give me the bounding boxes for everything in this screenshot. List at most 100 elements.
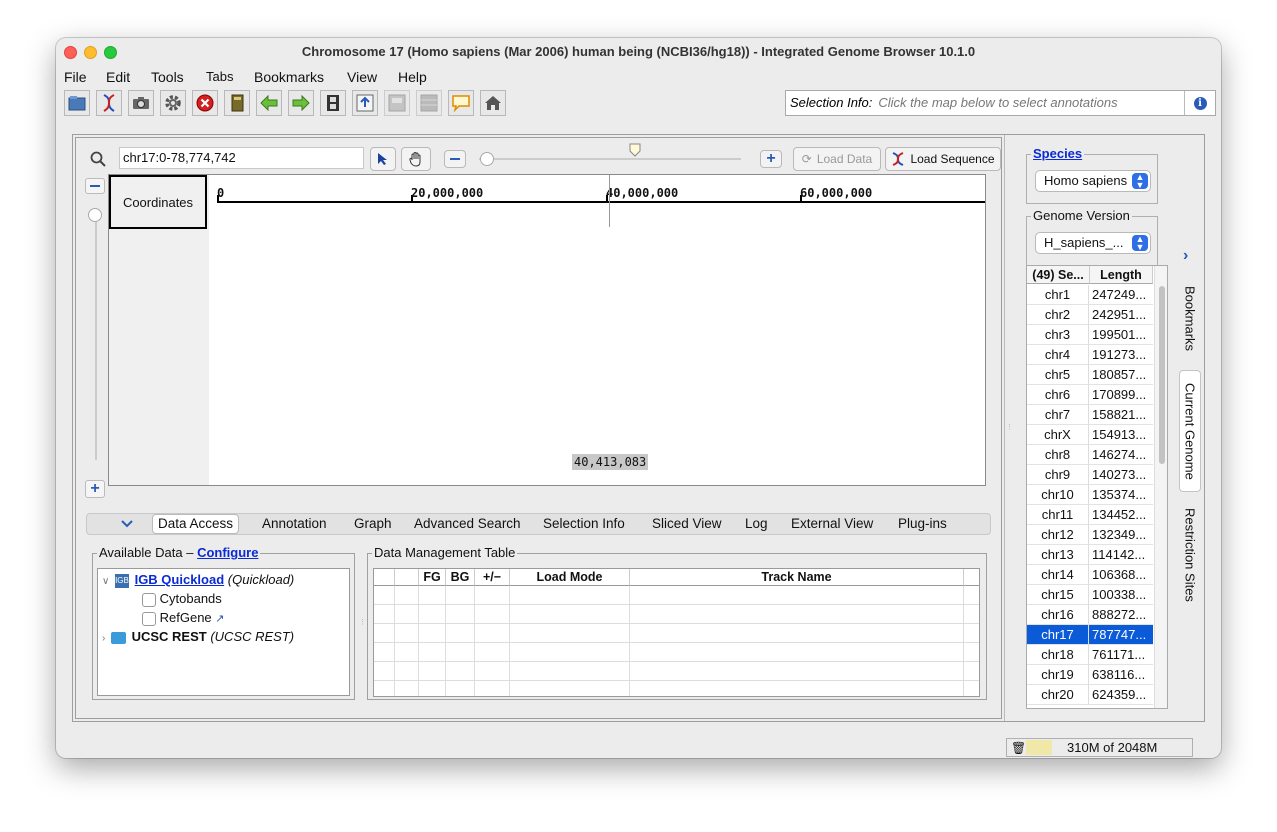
grid-icon[interactable]	[416, 90, 442, 116]
chromosome-row[interactable]: chr17 787747...	[1027, 625, 1153, 645]
table-row[interactable]	[374, 643, 979, 662]
vertical-zoom-out-button[interactable]	[85, 178, 105, 194]
open-folder-icon[interactable]	[64, 90, 90, 116]
menu-file[interactable]: File	[64, 67, 87, 87]
table-row[interactable]	[374, 681, 979, 696]
menu-view[interactable]: View	[347, 67, 377, 87]
chr-col-length[interactable]: Length	[1090, 266, 1153, 284]
book-icon[interactable]	[224, 90, 250, 116]
table-row[interactable]	[374, 586, 979, 605]
chromosome-row[interactable]: chr8 146274...	[1027, 445, 1153, 465]
table-row[interactable]	[374, 605, 979, 624]
scrollbar-thumb[interactable]	[1159, 286, 1165, 464]
tab-bookmarks[interactable]: Bookmarks	[1179, 275, 1201, 363]
chromosome-row[interactable]: chr4 191273...	[1027, 345, 1153, 365]
chromosome-row[interactable]: chr19 638116...	[1027, 665, 1153, 685]
genome-view[interactable]: Coordinates 0 20,000,000 40,000,000 60,0…	[108, 174, 986, 486]
tab-sliced-view[interactable]: Sliced View	[647, 515, 727, 533]
tab-restriction-sites[interactable]: Restriction Sites	[1179, 497, 1201, 613]
pan-tool-button[interactable]	[401, 147, 431, 171]
tab-external-view[interactable]: External View	[786, 515, 878, 533]
table-row[interactable]	[374, 662, 979, 681]
dm-col-load-mode[interactable]: Load Mode	[510, 569, 630, 586]
tab-data-access[interactable]: Data Access	[152, 514, 240, 534]
chevron-right-icon[interactable]: ›	[1183, 247, 1188, 265]
load-sequence-button[interactable]: Load Sequence	[885, 147, 1001, 171]
table-row[interactable]	[374, 624, 979, 643]
tab-advanced-search[interactable]: Advanced Search	[409, 515, 526, 533]
species-select[interactable]: Homo sapiens ▲ ▼	[1035, 170, 1151, 192]
film-icon[interactable]	[320, 90, 346, 116]
search-icon[interactable]	[86, 149, 110, 169]
external-link-icon[interactable]: ↗	[215, 613, 224, 625]
tab-log[interactable]: Log	[740, 515, 773, 533]
chromosome-row[interactable]: chr3 199501...	[1027, 325, 1153, 345]
table-scrollbar[interactable]	[1154, 266, 1167, 708]
tree-item-refgene[interactable]: RefGene ↗	[142, 610, 225, 626]
trash-icon[interactable]: 🗑	[1011, 740, 1026, 757]
chromosome-row[interactable]: chr20 624359...	[1027, 685, 1153, 705]
menu-tabs[interactable]: Tabs	[206, 67, 233, 87]
chromosome-row[interactable]: chr10 135374...	[1027, 485, 1153, 505]
chromosome-row[interactable]: chr15 100338...	[1027, 585, 1153, 605]
vertical-zoom-slider[interactable]: +	[85, 178, 107, 498]
chr-col-sequence[interactable]: (49) Se...	[1027, 266, 1090, 284]
info-button[interactable]: i	[1184, 91, 1215, 115]
forward-arrow-icon[interactable]	[288, 90, 314, 116]
chromosome-row[interactable]: chr14 106368...	[1027, 565, 1153, 585]
chromosome-row[interactable]: chr12 132349...	[1027, 525, 1153, 545]
selection-info-field[interactable]: Selection Info: Click the map below to se…	[785, 90, 1216, 116]
dm-col-track-name[interactable]: Track Name	[630, 569, 964, 586]
zoom-out-button[interactable]	[444, 150, 466, 168]
panel-icon[interactable]	[384, 90, 410, 116]
tab-annotation[interactable]: Annotation	[257, 515, 332, 533]
tree-node-igb-quickload[interactable]: ∨ IGB IGB Quickload (Quickload)	[102, 572, 294, 588]
zoom-marker-icon[interactable]	[629, 143, 641, 160]
home-icon[interactable]	[480, 90, 506, 116]
menu-bookmarks[interactable]: Bookmarks	[254, 67, 324, 87]
chromosome-row[interactable]: chr11 134452...	[1027, 505, 1153, 525]
igb-quickload-link[interactable]: IGB Quickload	[135, 572, 225, 587]
dm-col-plus-minus[interactable]: +/−	[475, 569, 510, 586]
tree-item-cytobands[interactable]: Cytobands	[142, 591, 222, 607]
side-splitter-handle[interactable]: ⋮	[1006, 423, 1013, 433]
back-arrow-icon[interactable]	[256, 90, 282, 116]
dm-col-header[interactable]	[374, 569, 395, 586]
gear-icon[interactable]	[160, 90, 186, 116]
chromosome-row[interactable]: chr7 158821...	[1027, 405, 1153, 425]
close-window-button[interactable]	[64, 46, 77, 59]
genome-version-select[interactable]: H_sapiens_... ▲ ▼	[1035, 232, 1151, 254]
chromosome-row[interactable]: chrX 154913...	[1027, 425, 1153, 445]
vertical-zoom-in-button[interactable]: +	[85, 480, 105, 498]
zoom-in-button[interactable]: +	[760, 150, 782, 168]
species-link[interactable]: Species	[1033, 146, 1082, 161]
dm-col-header[interactable]	[395, 569, 419, 586]
chromosome-row[interactable]: chr5 180857...	[1027, 365, 1153, 385]
menu-help[interactable]: Help	[398, 67, 427, 87]
refgene-checkbox[interactable]	[142, 611, 156, 626]
tree-node-ucsc-rest[interactable]: › UCSC REST (UCSC REST)	[102, 629, 294, 644]
cytobands-checkbox[interactable]	[142, 592, 156, 607]
dm-col-fg[interactable]: FG	[419, 569, 446, 586]
tab-selection-info[interactable]: Selection Info	[538, 515, 630, 533]
chromosome-row[interactable]: chr1 247249...	[1027, 285, 1153, 305]
tab-plug-ins[interactable]: Plug-ins	[893, 515, 952, 533]
chevron-down-icon[interactable]: ∨	[102, 576, 109, 587]
tab-graph[interactable]: Graph	[349, 515, 397, 533]
chromosome-row[interactable]: chr16 888272...	[1027, 605, 1153, 625]
select-tool-button[interactable]	[370, 147, 396, 171]
menu-tools[interactable]: Tools	[151, 67, 184, 87]
stop-icon[interactable]	[192, 90, 218, 116]
chromosome-row[interactable]: chr18 761171...	[1027, 645, 1153, 665]
splitter-handle[interactable]: ⋮	[359, 618, 366, 628]
chevron-right-icon[interactable]: ›	[102, 633, 105, 644]
coordinates-track-label[interactable]: Coordinates	[109, 175, 207, 229]
collapse-tabs-button[interactable]	[115, 517, 139, 531]
vertical-zoom-knob[interactable]	[88, 208, 102, 222]
dm-col-bg[interactable]: BG	[446, 569, 475, 586]
configure-link[interactable]: Configure	[197, 545, 258, 560]
location-input[interactable]: chr17:0-78,774,742	[119, 147, 364, 169]
chromosome-row[interactable]: chr9 140273...	[1027, 465, 1153, 485]
chromosome-row[interactable]: chr6 170899...	[1027, 385, 1153, 405]
horizontal-zoom-knob[interactable]	[480, 152, 494, 166]
